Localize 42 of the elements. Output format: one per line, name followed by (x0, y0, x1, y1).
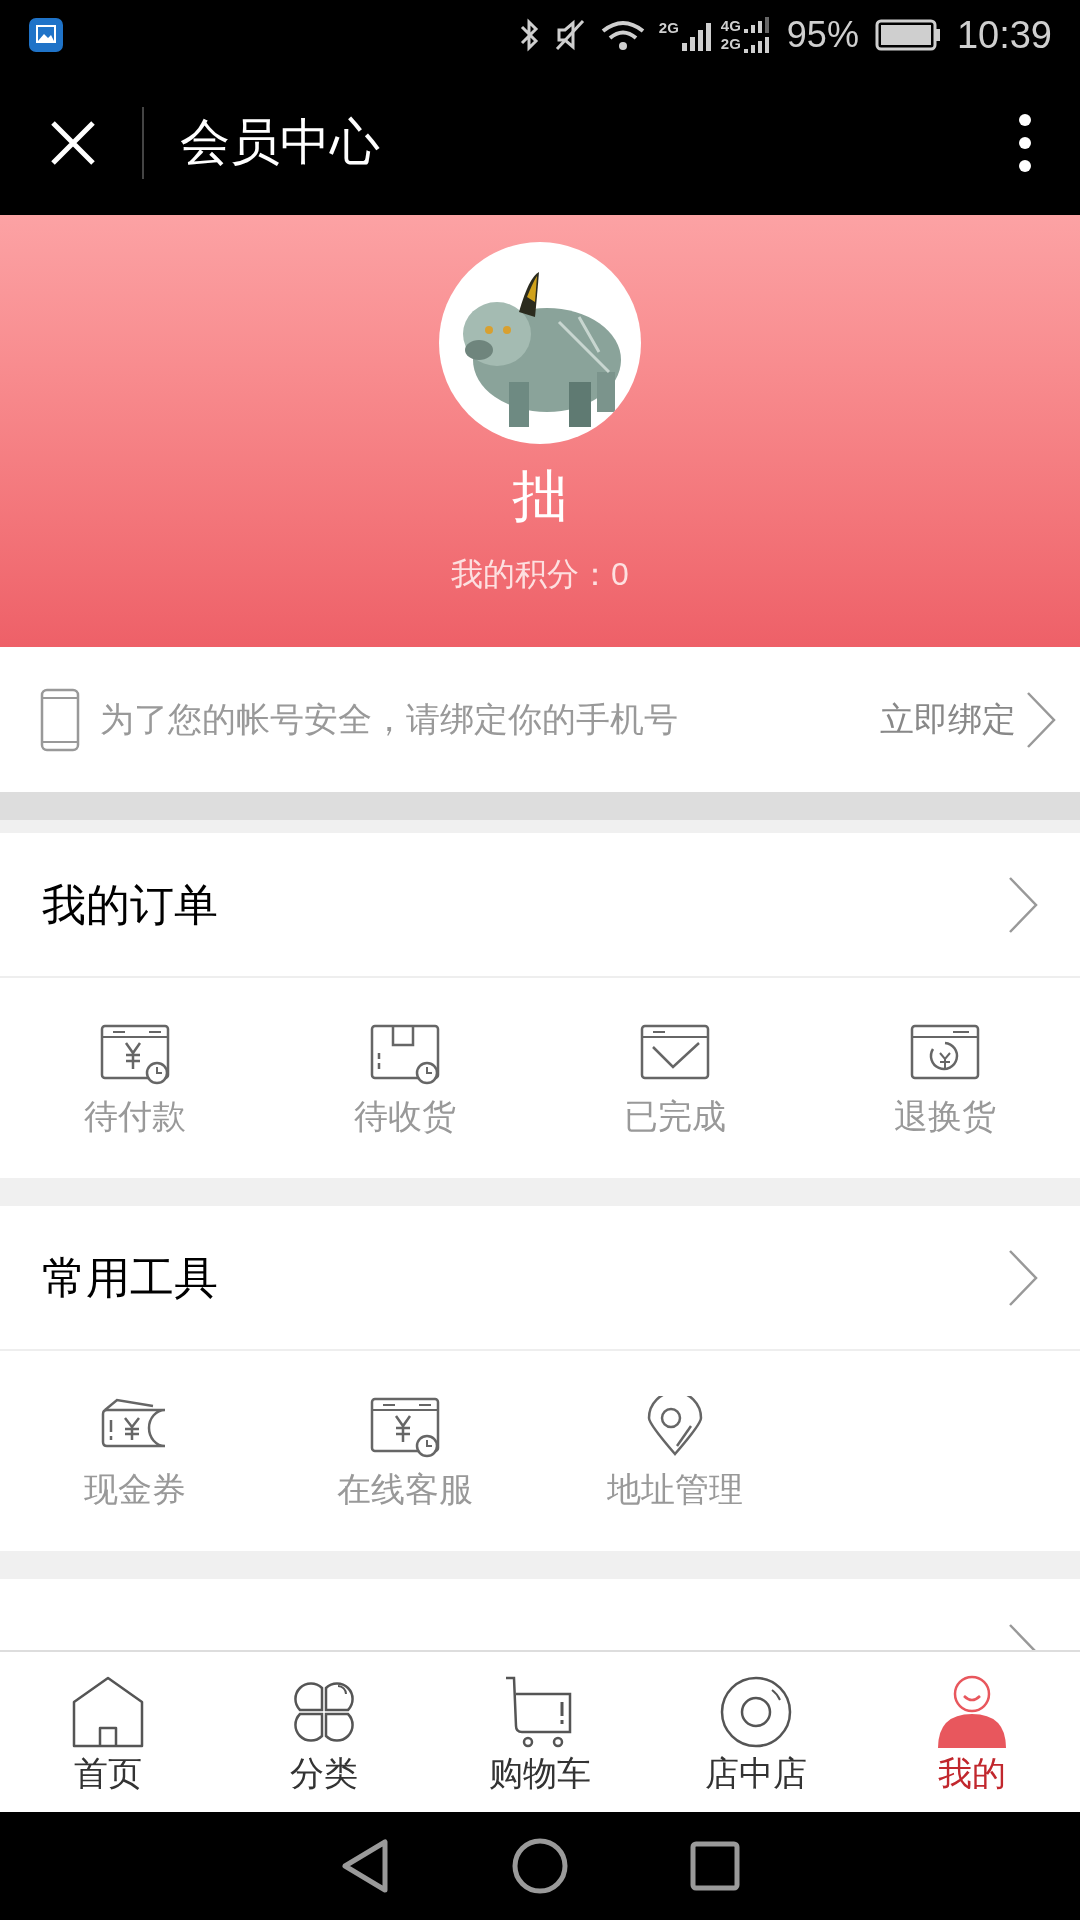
shortcut-item[interactable]: 已完成 (540, 1023, 810, 1133)
battery-percent: 95% (786, 17, 859, 53)
nav-tab[interactable]: 店中店 (648, 1652, 864, 1812)
bind-now-link: 立即绑定 (880, 699, 1016, 740)
nav-tab[interactable]: 我的 (864, 1652, 1080, 1812)
section-header[interactable]: 我的订单 (0, 833, 1080, 978)
shortcut-item[interactable]: 待收货 (270, 1023, 540, 1133)
section-title: 我的订单 (42, 878, 219, 931)
battery-icon (874, 19, 941, 51)
bind-phone-banner[interactable]: 为了您的帐号安全，请绑定你的手机号 立即绑定 (0, 647, 1080, 792)
shortcut-item[interactable]: 地址管理 (540, 1396, 810, 1506)
package-clock-icon (369, 1023, 441, 1085)
recents-button[interactable] (689, 1840, 741, 1892)
network-label: 2G (658, 18, 679, 38)
chevron-icon (1008, 875, 1038, 934)
window-title: 会员中心 (180, 113, 381, 172)
more-menu-button[interactable] (1018, 112, 1032, 173)
shortcut-item[interactable]: 现金券 (0, 1396, 270, 1506)
nav-tab[interactable]: 首页 (0, 1652, 216, 1812)
disc-icon (718, 1674, 794, 1750)
wallet-clock-icon (99, 1023, 171, 1085)
bind-phone-message: 为了您的帐号安全，请绑定你的手机号 (100, 699, 679, 740)
gallery-notification-icon (28, 17, 64, 53)
network-label: 2G (720, 35, 741, 53)
section-title: 常用工具 (42, 1251, 219, 1304)
house-icon (70, 1674, 146, 1750)
points-text: 我的积分：0 (451, 558, 629, 590)
user-name: 拙 (512, 468, 568, 524)
wallet-clock-icon (369, 1396, 441, 1458)
shortcut-item[interactable]: 退换货 (810, 1023, 1080, 1133)
nav-tab[interactable]: 分类 (216, 1652, 432, 1812)
chevron-icon (1008, 1248, 1038, 1307)
phone-icon (40, 687, 80, 752)
clock: 10:39 (956, 16, 1052, 54)
shortcut-item[interactable]: 在线客服 (270, 1396, 540, 1506)
home-button[interactable] (511, 1837, 569, 1895)
shortcut-item[interactable]: 待付款 (0, 1023, 270, 1133)
back-button[interactable] (339, 1838, 391, 1894)
nav-tab[interactable]: 购物车 (432, 1652, 648, 1812)
network-label: 4G (720, 17, 741, 35)
chevron-icon (1026, 690, 1056, 749)
section-header[interactable]: 常用工具 (0, 1206, 1080, 1351)
